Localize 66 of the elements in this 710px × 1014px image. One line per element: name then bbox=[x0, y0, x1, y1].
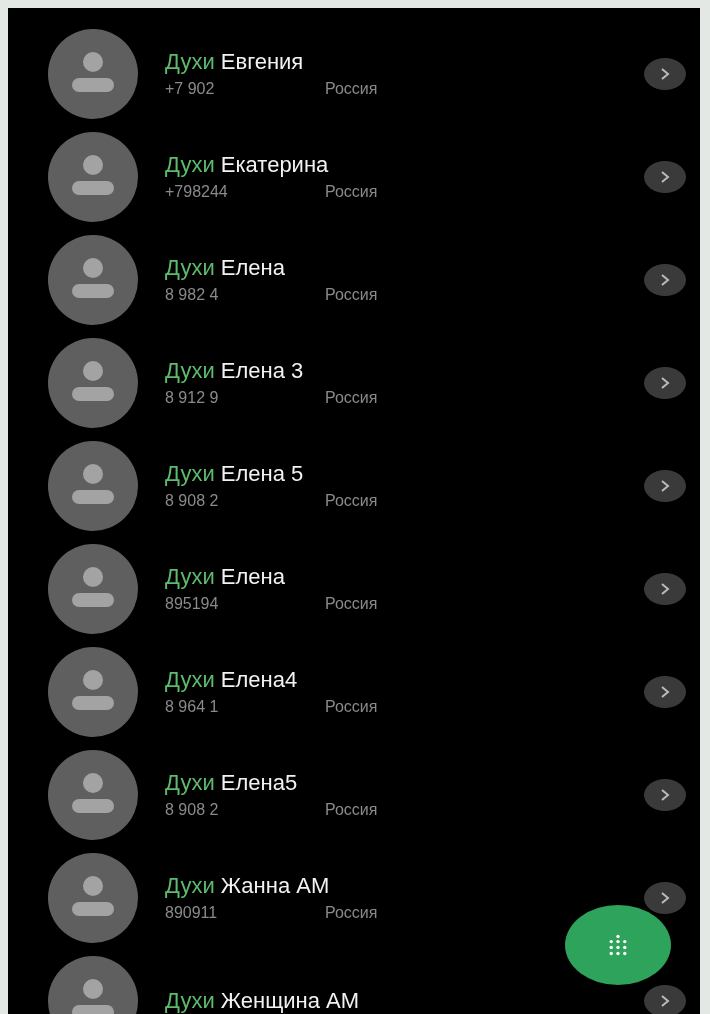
contact-name: Духи Екатерина bbox=[165, 151, 330, 178]
phone-number: 895194 bbox=[165, 593, 220, 614]
contact-row[interactable]: Духи Евгения +7 902 Россия bbox=[8, 22, 700, 125]
chevron-button[interactable] bbox=[644, 263, 686, 296]
chevron-button[interactable] bbox=[644, 675, 686, 708]
country-label: Россия bbox=[325, 181, 378, 202]
contact-row[interactable]: Духи Елена 5 8 908 2 Россия bbox=[8, 434, 700, 537]
country-label: Россия bbox=[325, 387, 378, 408]
contact-name: Духи Елена4 bbox=[165, 666, 299, 693]
contact-name: Духи Елена5 bbox=[165, 769, 299, 796]
contact-row[interactable]: Духи Елена4 8 964 1 Россия bbox=[8, 640, 700, 743]
chevron-right-icon bbox=[659, 684, 671, 699]
country-label: Россия bbox=[325, 799, 378, 820]
chevron-right-icon bbox=[659, 478, 671, 493]
chevron-button[interactable] bbox=[644, 984, 686, 1014]
chevron-button[interactable] bbox=[644, 778, 686, 811]
contact-row[interactable]: Духи Елена 3 8 912 9 Россия bbox=[8, 331, 700, 434]
phone-number: 8 982 4 bbox=[165, 284, 220, 305]
contact-row[interactable]: Духи Елена 895194 Россия bbox=[8, 537, 700, 640]
avatar-icon bbox=[48, 852, 138, 943]
contact-name: Духи Жанна АМ bbox=[165, 872, 331, 899]
country-label: Россия bbox=[325, 902, 378, 923]
avatar-icon bbox=[48, 337, 138, 428]
chevron-right-icon bbox=[659, 272, 671, 287]
chevron-right-icon bbox=[659, 890, 671, 905]
country-label: Россия bbox=[325, 593, 378, 614]
chevron-right-icon bbox=[659, 169, 671, 184]
country-label: Россия bbox=[325, 78, 378, 99]
contact-name: Духи Елена bbox=[165, 563, 286, 590]
avatar-icon bbox=[48, 749, 138, 840]
country-label: Россия bbox=[325, 490, 378, 511]
chevron-right-icon bbox=[659, 375, 671, 390]
chevron-button[interactable] bbox=[644, 366, 686, 399]
chevron-button[interactable] bbox=[644, 572, 686, 605]
contact-row[interactable]: Духи Елена 8 982 4 Россия bbox=[8, 228, 700, 331]
phone-number: 8 908 2 bbox=[165, 490, 220, 511]
contact-row[interactable]: Духи Екатерина +798244 Россия bbox=[8, 125, 700, 228]
avatar-icon bbox=[48, 543, 138, 634]
country-label: Россия bbox=[325, 696, 378, 717]
chevron-button[interactable] bbox=[644, 469, 686, 502]
contact-name: Духи Евгения bbox=[165, 48, 305, 75]
avatar-icon bbox=[48, 131, 138, 222]
country-label: Россия bbox=[325, 284, 378, 305]
contact-name: Духи Елена 5 bbox=[165, 460, 305, 487]
contact-name: Духи Женщина АМ bbox=[165, 987, 361, 1014]
phone-number: 8 908 2 bbox=[165, 799, 220, 820]
avatar-icon bbox=[48, 28, 138, 119]
chevron-button[interactable] bbox=[644, 160, 686, 193]
chevron-right-icon bbox=[659, 993, 671, 1008]
avatar-icon bbox=[48, 646, 138, 737]
contact-row[interactable]: Духи Елена5 8 908 2 Россия bbox=[8, 743, 700, 846]
chevron-button[interactable] bbox=[644, 57, 686, 90]
phone-number: +7 902 bbox=[165, 78, 216, 99]
phone-number: +798244 bbox=[165, 181, 229, 202]
phone-number: 8 912 9 bbox=[165, 387, 220, 408]
chevron-right-icon bbox=[659, 66, 671, 81]
dialpad-icon bbox=[607, 934, 629, 956]
avatar-icon bbox=[48, 440, 138, 531]
chevron-right-icon bbox=[659, 787, 671, 802]
chevron-button[interactable] bbox=[644, 881, 686, 914]
contact-name: Духи Елена 3 bbox=[165, 357, 305, 384]
phone-number: 890911 bbox=[165, 902, 219, 923]
chevron-right-icon bbox=[659, 581, 671, 596]
phone-number: 8 964 1 bbox=[165, 696, 220, 717]
contact-name: Духи Елена bbox=[165, 254, 286, 281]
avatar-icon bbox=[48, 234, 138, 325]
